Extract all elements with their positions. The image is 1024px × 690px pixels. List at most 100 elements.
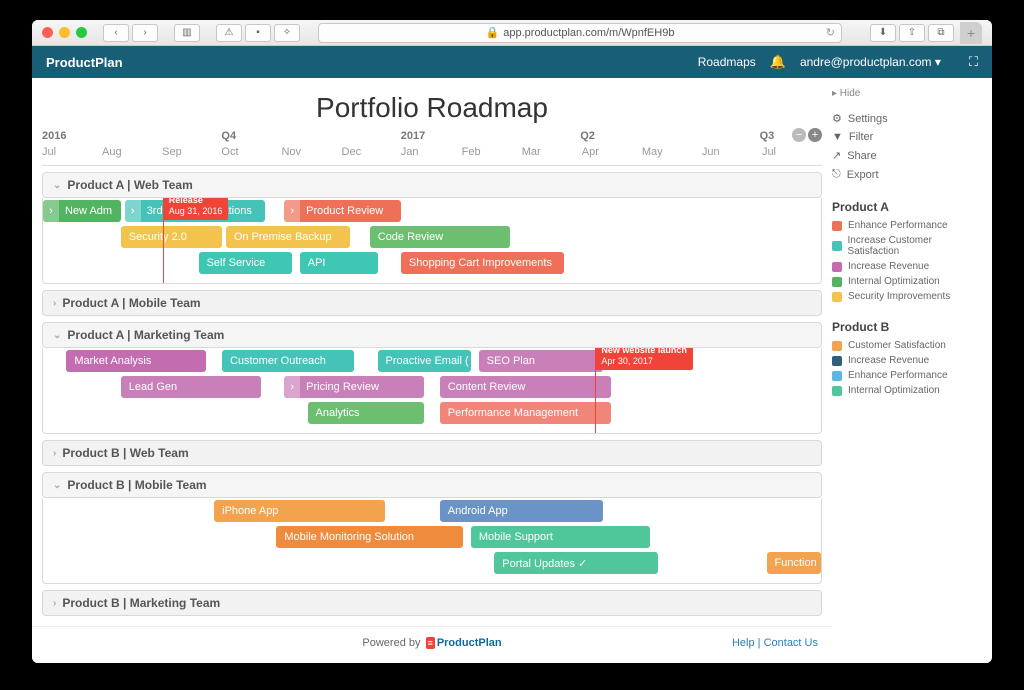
user-menu[interactable]: andre@productplan.com ▾ — [800, 55, 941, 69]
roadmap-bar[interactable]: Self Service — [199, 252, 292, 274]
bar-chevron-icon: › — [284, 200, 300, 222]
timeline-year: Q4 — [221, 130, 236, 142]
roadmap-bar[interactable]: Android App — [440, 500, 603, 522]
legend-item[interactable]: Internal Optimization — [832, 274, 980, 289]
tabs-button[interactable]: ⧉ — [928, 24, 954, 42]
timeline-year: Q2 — [580, 130, 595, 142]
app-header: ProductPlan Roadmaps 🔔 andre@productplan… — [32, 46, 992, 78]
legend-item[interactable]: Security Improvements — [832, 289, 980, 304]
roadmap-bar[interactable]: Proactive Email ( — [378, 350, 471, 372]
roadmap-bar[interactable]: iPhone App — [214, 500, 385, 522]
legend-item[interactable]: Increase Revenue — [832, 259, 980, 274]
roadmap-bar[interactable]: ›New Adm — [43, 200, 121, 222]
hide-panel[interactable]: ▸ Hide — [832, 88, 980, 99]
roadmap-bar[interactable]: Customer Outreach — [222, 350, 354, 372]
bar-label: Function — [775, 557, 817, 569]
timeline-month: Apr — [582, 146, 599, 158]
url-text: app.productplan.com/m/WpnfEH9b — [503, 27, 674, 39]
notifications-icon[interactable]: 🔔 — [770, 54, 786, 70]
legend-item[interactable]: Increase Customer Satisfaction — [832, 233, 980, 259]
sidebar-toggle-button[interactable]: ▥ — [174, 24, 200, 42]
reload-icon[interactable]: ↻ — [826, 26, 835, 39]
lane-header[interactable]: ›Product B | Marketing Team — [42, 590, 822, 616]
legend-item[interactable]: Enhance Performance — [832, 218, 980, 233]
legend-label: Increase Customer Satisfaction — [848, 235, 980, 257]
roadmap-bar[interactable]: On Premise Backup — [226, 226, 350, 248]
chevron-icon: ⌄ — [53, 180, 61, 191]
legend-item[interactable]: Increase Revenue — [832, 353, 980, 368]
lane-header[interactable]: ⌄ Product A | Web Team — [42, 172, 822, 198]
roadmap-bar[interactable]: Performance Management — [440, 402, 611, 424]
timeline-month: Jul — [762, 146, 776, 158]
window-close-button[interactable] — [42, 27, 53, 38]
window-zoom-button[interactable] — [76, 27, 87, 38]
roadmap-bar[interactable]: Analytics — [308, 402, 425, 424]
footer-brand[interactable]: ProductPlan — [437, 637, 502, 649]
timeline-month: Nov — [281, 146, 301, 158]
share-button[interactable]: ⇧ — [899, 24, 925, 42]
lane-header[interactable]: ⌄Product A | Marketing Team — [42, 322, 822, 348]
legend-item[interactable]: Enhance Performance — [832, 368, 980, 383]
fullscreen-icon[interactable]: ⛶ — [969, 54, 978, 70]
lane-header[interactable]: ⌄Product B | Mobile Team — [42, 472, 822, 498]
roadmap-bar[interactable]: SEO Plan — [479, 350, 603, 372]
filter-action[interactable]: ▼Filter — [832, 128, 980, 146]
timeline-month: Dec — [342, 146, 362, 158]
timeline-year: 2016 — [42, 130, 66, 142]
back-button[interactable]: ‹ — [103, 24, 129, 42]
legend-item[interactable]: Internal Optimization — [832, 383, 980, 398]
roadmap-bar[interactable]: Content Review — [440, 376, 611, 398]
roadmap-bar[interactable]: Market Analysis — [66, 350, 206, 372]
contact-link[interactable]: Contact Us — [764, 637, 818, 649]
bar-label: Content Review — [448, 381, 526, 393]
roadmap-bar[interactable]: Mobile Monitoring Solution — [276, 526, 463, 548]
app-brand[interactable]: ProductPlan — [46, 55, 123, 70]
legend-swatch — [832, 371, 842, 381]
roadmap-bar[interactable]: API — [300, 252, 378, 274]
lane-header[interactable]: ›Product A | Mobile Team — [42, 290, 822, 316]
gear-icon: ⚙ — [832, 112, 842, 125]
download-button[interactable]: ⬇ — [870, 24, 896, 42]
milestone-flag[interactable]: ReleaseAug 31, 2016 — [163, 198, 229, 220]
bar-label: Portal Updates ✓ — [502, 557, 587, 570]
roadmap-bar[interactable]: Function — [767, 552, 821, 574]
roadmap-bar[interactable]: ›Product Review — [284, 200, 401, 222]
help-link[interactable]: Help — [732, 637, 755, 649]
tool-button[interactable]: ▪ — [245, 24, 271, 42]
milestone-flag[interactable]: New website launchApr 30, 2017 — [595, 348, 693, 370]
timeline-month: Mar — [522, 146, 541, 158]
lane-title: Product A | Web Team — [67, 178, 192, 192]
roadmap-bar[interactable]: ›Pricing Review — [284, 376, 424, 398]
legend-item[interactable]: Customer Satisfaction — [832, 338, 980, 353]
timeline-month: Oct — [221, 146, 238, 158]
lane-body: iPhone App Android App Mobile Monitoring S… — [42, 498, 822, 584]
roadmap-bar[interactable]: Shopping Cart Improvements — [401, 252, 564, 274]
roadmap-bar[interactable]: Portal Updates ✓ — [494, 552, 657, 574]
lane-title: Product A | Mobile Team — [62, 296, 200, 310]
forward-button[interactable]: › — [132, 24, 158, 42]
legend-swatch — [832, 241, 842, 251]
window-minimize-button[interactable] — [59, 27, 70, 38]
legend-swatch — [832, 277, 842, 287]
roadmap-bar[interactable]: Lead Gen — [121, 376, 261, 398]
titlebar: ‹ › ▥ ⚠ ▪ ✧ 🔒 app.productplan.com/m/Wpnf… — [32, 20, 992, 46]
zoom-in-button[interactable]: + — [808, 128, 822, 142]
magic-button[interactable]: ✧ — [274, 24, 300, 42]
new-tab-button[interactable]: + — [960, 22, 982, 44]
lane-header[interactable]: ›Product B | Web Team — [42, 440, 822, 466]
nav-roadmaps[interactable]: Roadmaps — [698, 55, 756, 69]
export-action[interactable]: ⎋Export — [832, 165, 980, 184]
bar-label: Proactive Email ( — [386, 355, 469, 367]
bar-label: Android App — [448, 505, 508, 517]
bar-label: On Premise Backup — [234, 231, 332, 243]
export-icon: ⎋ — [832, 168, 841, 181]
roadmap-bar[interactable]: Mobile Support — [471, 526, 650, 548]
zoom-out-button[interactable]: − — [792, 128, 806, 142]
settings-action[interactable]: ⚙Settings — [832, 109, 980, 128]
lane-title: Product B | Marketing Team — [62, 596, 220, 610]
url-bar[interactable]: 🔒 app.productplan.com/m/WpnfEH9b ↻ — [318, 23, 842, 43]
roadmap-bar[interactable]: Security 2.0 — [121, 226, 222, 248]
warning-icon[interactable]: ⚠ — [216, 24, 242, 42]
share-action[interactable]: ↗Share — [832, 146, 980, 165]
roadmap-bar[interactable]: Code Review — [370, 226, 510, 248]
